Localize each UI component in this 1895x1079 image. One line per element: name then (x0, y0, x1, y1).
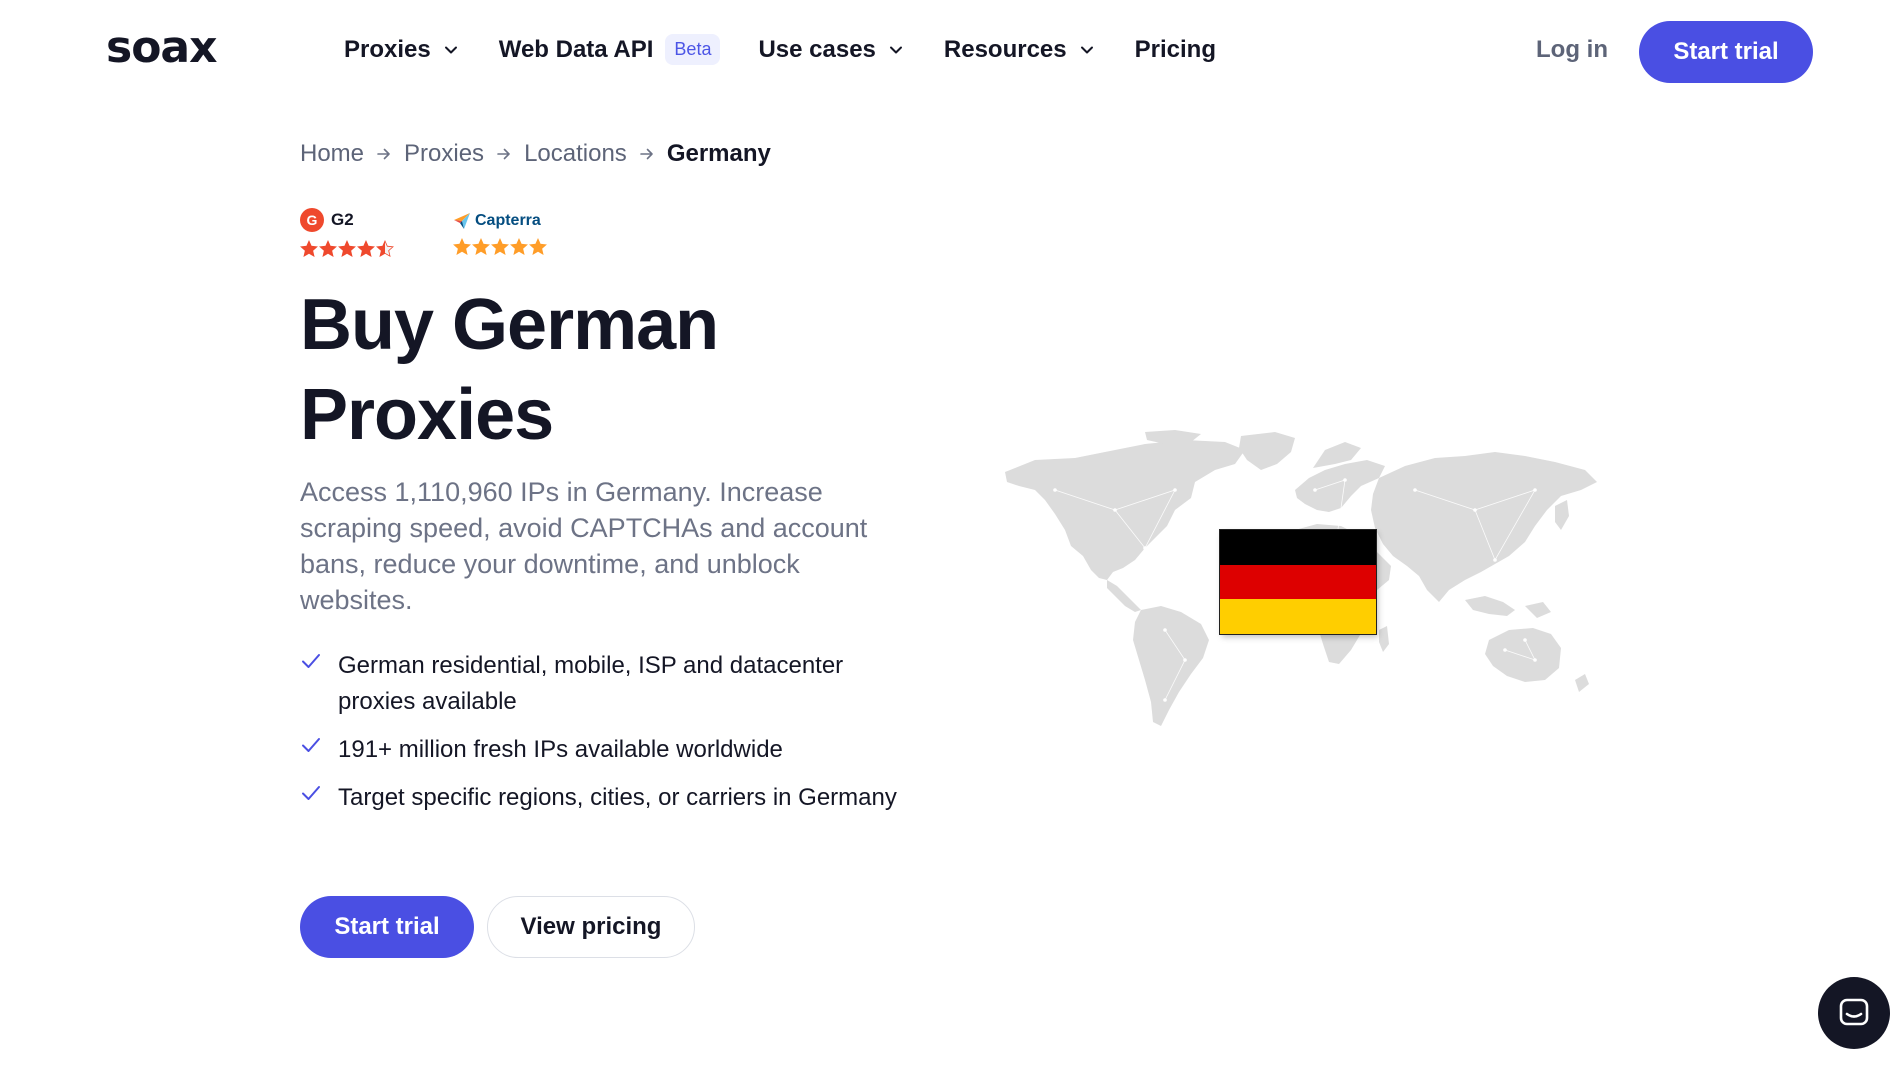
breadcrumb-germany: Germany (666, 140, 771, 167)
flag-stripe-black (1220, 530, 1376, 565)
main-nav: Proxies Web Data API Beta Use cases Reso… (344, 34, 1254, 65)
check-icon (302, 786, 320, 800)
g2-label: G2 (331, 210, 354, 229)
star-icon (300, 240, 318, 258)
arrow-right-icon (377, 148, 390, 160)
nav-resources-label: Resources (943, 35, 1067, 63)
star-icon (319, 240, 337, 258)
feature-list: German residential, mobile, ISP and data… (300, 648, 900, 828)
capterra-label: Capterra (475, 212, 541, 229)
star-icon (376, 240, 394, 258)
hero-start-trial-button[interactable]: Start trial (300, 896, 474, 958)
star-icon (338, 240, 356, 258)
flag-stripe-red (1220, 564, 1376, 600)
feature-text: 191+ million fresh IPs available worldwi… (338, 736, 783, 763)
feature-item: 191+ million fresh IPs available worldwi… (300, 732, 900, 768)
soax-logo[interactable]: soax (106, 22, 217, 73)
nav-use-cases[interactable]: Use cases (758, 36, 905, 64)
chat-widget-button[interactable] (1818, 977, 1890, 1049)
beta-badge: Beta (665, 34, 721, 65)
breadcrumb: Home Proxies Locations Germany (300, 140, 771, 168)
capterra-logo-icon (454, 213, 470, 229)
arrow-right-icon (640, 148, 653, 160)
star-icon (529, 238, 547, 256)
view-pricing-button[interactable]: View pricing (487, 896, 695, 958)
star-icon (453, 238, 471, 256)
login-link[interactable]: Log in (1536, 36, 1608, 64)
check-icon (302, 738, 320, 752)
breadcrumb-home[interactable]: Home (300, 140, 364, 168)
g2-logo-icon: G (300, 208, 324, 232)
page-title-line2: Proxies (300, 375, 554, 455)
chevron-down-icon (889, 46, 902, 53)
flag-stripe-gold (1220, 599, 1376, 635)
capterra-rating[interactable]: Capterra (453, 212, 548, 256)
check-icon (302, 654, 320, 668)
feature-text: Target specific regions, cities, or carr… (338, 784, 897, 811)
feature-item: German residential, mobile, ISP and data… (300, 648, 900, 720)
star-icon (491, 238, 509, 256)
feature-text: German residential, mobile, ISP and data… (338, 652, 844, 715)
chevron-down-icon (444, 46, 457, 53)
g2-stars (300, 240, 395, 258)
nav-use-cases-label: Use cases (758, 35, 876, 63)
g2-rating[interactable]: G G2 (300, 208, 395, 258)
nav-resources[interactable]: Resources (944, 36, 1097, 64)
breadcrumb-locations[interactable]: Locations (524, 140, 627, 168)
star-icon (510, 238, 528, 256)
germany-flag (1220, 530, 1376, 635)
nav-proxies-label: Proxies (344, 35, 431, 63)
star-icon (357, 240, 375, 258)
arrow-right-icon (497, 148, 510, 160)
nav-pricing[interactable]: Pricing (1135, 36, 1216, 64)
feature-item: Target specific regions, cities, or carr… (300, 780, 900, 816)
page-title: Buy German Proxies (300, 280, 860, 460)
chat-bubble-icon (1839, 998, 1869, 1026)
breadcrumb-proxies[interactable]: Proxies (404, 140, 484, 168)
hero-subtitle: Access 1,110,960 IPs in Germany. Increas… (300, 477, 868, 615)
site-header: soax Proxies Web Data API Beta Use cases… (0, 0, 1895, 104)
nav-web-data-api[interactable]: Web Data API Beta (499, 34, 721, 65)
nav-pricing-label: Pricing (1134, 35, 1216, 63)
star-icon (472, 238, 490, 256)
capterra-stars (453, 238, 548, 256)
chevron-down-icon (1080, 46, 1093, 53)
nav-proxies[interactable]: Proxies (344, 36, 461, 64)
page-title-line1: Buy German (300, 285, 719, 365)
nav-web-data-api-label: Web Data API (498, 35, 654, 63)
header-start-trial-button[interactable]: Start trial (1639, 21, 1813, 83)
